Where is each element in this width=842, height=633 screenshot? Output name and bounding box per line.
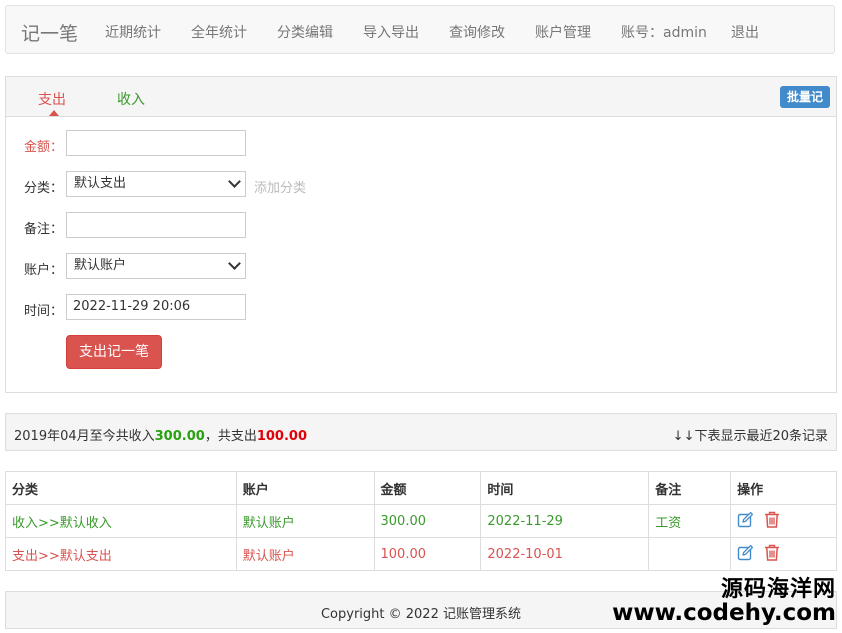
note-label: 备注：	[24, 222, 64, 237]
summary-prefix: 2019年04月至今共收入	[14, 429, 155, 444]
account-select[interactable]: 默认账户	[66, 253, 246, 279]
cell-time: 2022-10-01	[480, 537, 650, 571]
table-header-row: 分类 账户 金额 时间 备注 操作	[5, 471, 837, 505]
nav-category-edit[interactable]: 分类编辑	[277, 22, 333, 42]
edit-icon[interactable]	[737, 511, 754, 532]
category-label: 分类：	[24, 181, 64, 196]
time-input[interactable]: 2022-11-29 20:06	[66, 294, 246, 320]
summary-text: 2019年04月至今共收入300.00，共支出100.00	[14, 425, 307, 444]
header-amount: 金额	[373, 471, 482, 505]
brand-logo[interactable]: 记一笔	[21, 19, 78, 46]
category-select[interactable]: 默认支出	[66, 171, 246, 197]
header-time: 时间	[480, 471, 650, 505]
nav-logout[interactable]: 退出	[731, 22, 759, 42]
account-label: 账户：	[24, 263, 64, 278]
summary-bar: 2019年04月至今共收入300.00，共支出100.00 ↓↓下表显示最近20…	[5, 413, 837, 451]
category-selected-value: 默认支出	[74, 176, 127, 191]
cell-category: 支出>>默认支出	[5, 537, 237, 571]
note-input[interactable]	[66, 212, 246, 238]
nav-user-account[interactable]: 账号：admin	[621, 22, 707, 42]
watermark-title: 源码海洋网	[720, 577, 836, 602]
trash-icon[interactable]	[764, 511, 780, 532]
records-table: 分类 账户 金额 时间 备注 操作 收入>>默认收入 默认账户 300.00 2…	[5, 471, 837, 571]
header-actions: 操作	[730, 471, 837, 505]
watermark-url: www.codehy.com	[612, 600, 836, 627]
trash-icon[interactable]	[764, 544, 780, 565]
cell-note	[648, 537, 732, 571]
cell-amount: 100.00	[373, 537, 482, 571]
amount-label: 金额：	[24, 140, 64, 155]
account-selected-value: 默认账户	[74, 258, 127, 273]
amount-input[interactable]	[66, 130, 246, 156]
chevron-down-icon	[228, 175, 241, 188]
table-row: 收入>>默认收入 默认账户 300.00 2022-11-29 工资	[5, 504, 837, 538]
recent-records-note: ↓↓下表显示最近20条记录	[672, 429, 828, 444]
panel-tabs: 支出 收入 批量记	[6, 77, 836, 117]
cell-account: 默认账户	[235, 504, 375, 538]
cell-actions	[730, 537, 837, 571]
nav-query-edit[interactable]: 查询修改	[449, 22, 505, 42]
header-account: 账户	[235, 471, 375, 505]
summary-middle: ，共支出	[204, 429, 257, 444]
chevron-down-icon	[228, 257, 241, 270]
header-category: 分类	[5, 471, 237, 505]
time-label: 时间：	[24, 304, 64, 319]
expense-total: 100.00	[256, 429, 307, 444]
cell-account: 默认账户	[235, 537, 375, 571]
navbar: 记一笔 近期统计 全年统计 分类编辑 导入导出 查询修改 账户管理 账号：adm…	[5, 5, 835, 54]
active-tab-caret-icon	[49, 110, 59, 116]
header-note: 备注	[648, 471, 732, 505]
income-total: 300.00	[154, 429, 205, 444]
add-category-link[interactable]: 添加分类	[254, 177, 306, 196]
nav-recent-stats[interactable]: 近期统计	[105, 22, 161, 42]
cell-actions	[730, 504, 837, 538]
table-row: 支出>>默认支出 默认账户 100.00 2022-10-01	[5, 537, 837, 571]
nav-yearly-stats[interactable]: 全年统计	[191, 22, 247, 42]
cell-note: 工资	[648, 504, 732, 538]
nav-account-manage[interactable]: 账户管理	[535, 22, 591, 42]
submit-expense-button[interactable]: 支出记一笔	[66, 335, 162, 369]
tab-income[interactable]: 收入	[117, 89, 145, 109]
watermark: 源码海洋网 www.codehy.com	[612, 578, 836, 625]
entry-panel: 支出 收入 批量记 金额： 分类： 默认支出 添加分类 备注： 账户： 默认账户…	[5, 76, 837, 393]
tab-expense[interactable]: 支出	[38, 89, 66, 109]
cell-category: 收入>>默认收入	[5, 504, 237, 538]
cell-amount: 300.00	[373, 504, 482, 538]
batch-entry-button[interactable]: 批量记	[780, 86, 830, 108]
edit-icon[interactable]	[737, 544, 754, 565]
nav-import-export[interactable]: 导入导出	[363, 22, 419, 42]
cell-time: 2022-11-29	[480, 504, 650, 538]
